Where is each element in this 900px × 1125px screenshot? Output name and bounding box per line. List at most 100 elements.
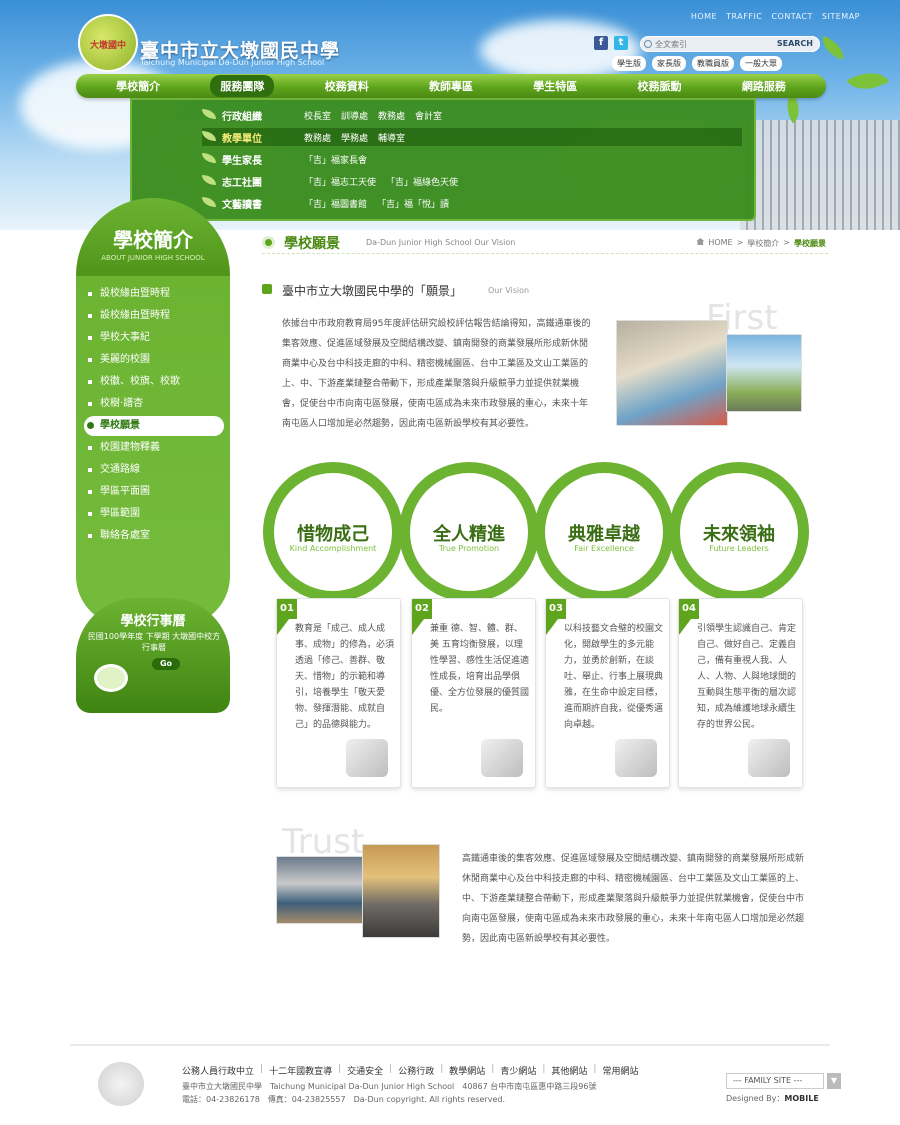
dropdown-row[interactable]: 志工社團 「吉」福志工天使 「吉」福綠色天使: [202, 172, 742, 190]
search-input[interactable]: [655, 38, 765, 51]
dropdown-subitems: 校長室 訓導處 教務處 會計室: [304, 109, 442, 122]
dropdown-row[interactable]: 學生家長 「吉」福家長會: [202, 150, 742, 168]
sidebar-item[interactable]: 學區範圍: [84, 504, 224, 524]
leaf-bullet-icon: [202, 131, 216, 141]
nav-item-school-info[interactable]: 校務資料: [315, 75, 379, 97]
family-site-label: --- FAMILY SITE ---: [733, 1076, 803, 1085]
dropdown-row[interactable]: 文藝讀書 「吉」福圖書館 「吉」福「悅」讀: [202, 194, 742, 212]
dropdown-subitem[interactable]: 會計室: [415, 109, 442, 122]
sidebar-item-vision[interactable]: 學校願景: [84, 416, 224, 436]
dropdown-subitem[interactable]: 教務處: [304, 131, 331, 144]
footer-link[interactable]: 青少網站: [500, 1064, 536, 1077]
leaf-bullet-icon: [202, 153, 216, 163]
calendar-go-button[interactable]: Go: [152, 658, 180, 670]
school-logo[interactable]: 大墩國中: [78, 14, 138, 72]
dropdown-subitem[interactable]: 「吉」福綠色天使: [386, 175, 458, 188]
school-building-image: [740, 120, 900, 230]
page-subtitle: Da-Dun Junior High School Our Vision: [366, 238, 516, 247]
dropdown-subitem[interactable]: 訓導處: [341, 109, 368, 122]
sidebar-item[interactable]: 校樹‧譜杏: [84, 394, 224, 414]
search-icon: [644, 40, 652, 48]
dropdown-subitem[interactable]: 教務處: [378, 109, 405, 122]
library-photo: [616, 320, 728, 426]
footer-logo[interactable]: [98, 1062, 144, 1106]
sidebar-item[interactable]: 校園建物釋義: [84, 438, 224, 458]
footer: 公務人員行政中立 | 十二年國教宣導 | 交通安全 | 公務行政 | 教學網站 | 青少網…: [70, 1044, 841, 1124]
nav-item-news[interactable]: 校務脈動: [628, 75, 692, 97]
top-link-contact[interactable]: CONTACT: [771, 12, 812, 21]
search-button[interactable]: SEARCH: [777, 39, 813, 48]
breadcrumb-about[interactable]: 學校簡介: [747, 238, 779, 249]
dropdown-subitem[interactable]: 「吉」福圖書館: [304, 197, 367, 210]
breadcrumb-current: 學校願景: [794, 239, 826, 248]
twitter-icon[interactable]: t: [614, 36, 628, 50]
circle-number: 01.: [301, 470, 365, 511]
footer-link[interactable]: 教學網站: [449, 1064, 485, 1077]
sidebar-item[interactable]: 美麗的校園: [84, 350, 224, 370]
designer-name[interactable]: MOBILE: [784, 1094, 818, 1103]
section-heading-text: 臺中市立大墩國民中學的「願景」: [282, 284, 463, 298]
sidebar-item[interactable]: 校徽、校旗、校歌: [84, 372, 224, 392]
sidebar-item[interactable]: 設校緣由暨時程: [84, 306, 224, 326]
dropdown-subitem[interactable]: 「吉」福「悅」讀: [377, 197, 449, 210]
circle-number: 04.: [707, 470, 771, 511]
breadcrumb: HOME > 學校簡介 > 學校願景: [696, 238, 826, 249]
link-separator: |: [491, 1064, 495, 1074]
top-link-home[interactable]: HOME: [691, 12, 717, 21]
dropdown-subitem[interactable]: 「吉」福家長會: [304, 153, 367, 166]
chevron-down-icon[interactable]: ▼: [827, 1073, 841, 1089]
nav-item-service-team[interactable]: 服務團隊: [210, 75, 275, 97]
dropdown-row[interactable]: 教學單位 教務處 學務處 輔導室: [202, 128, 742, 146]
top-link-traffic[interactable]: TRAFFIC: [726, 12, 762, 21]
footer-link[interactable]: 十二年國教宣導: [269, 1064, 332, 1077]
footer-link[interactable]: 其他網站: [551, 1064, 587, 1077]
section-heading-en: Our Vision: [488, 286, 530, 295]
sidebar-item[interactable]: 交通路線: [84, 460, 224, 480]
link-staff[interactable]: 教職員版: [692, 56, 734, 71]
vision-paragraph-1: 依據台中市政府教育局95年度評估研究設校評估報告結論得知，高鐵通車後的集客效應、…: [282, 319, 591, 429]
dropdown-category[interactable]: 學生家長: [222, 152, 262, 167]
vision-card-4: 04 引領學生認識自己、肯定自己、做好自己、定義自己，備有重視人我、人人、人物、…: [678, 598, 803, 788]
facebook-icon[interactable]: f: [594, 36, 608, 50]
footer-info: 臺中市立大墩國民中學 Taichung Municipal Da-Dun Jun…: [182, 1080, 702, 1106]
title-bullet-icon: [262, 236, 275, 249]
footer-link[interactable]: 常用網站: [602, 1064, 638, 1077]
top-link-sitemap[interactable]: SITEMAP: [822, 12, 860, 21]
sidebar-item[interactable]: 設校緣由暨時程: [84, 284, 224, 304]
dropdown-subitem[interactable]: 校長室: [304, 109, 331, 122]
dropdown-row[interactable]: 行政組織 校長室 訓導處 教務處 會計室: [202, 106, 742, 124]
link-student[interactable]: 學生版: [612, 56, 646, 71]
school-calendar-box[interactable]: 學校行事曆 民國100學年度 下學期 大墩國中校方行事曆 Go: [76, 598, 230, 713]
nav-item-students[interactable]: 學生特區: [523, 75, 587, 97]
card-number-tag: 01: [277, 599, 297, 619]
footer-link[interactable]: 交通安全: [347, 1064, 383, 1077]
designed-by: Designed By：MOBILE: [726, 1093, 819, 1104]
sidebar-item[interactable]: 聯絡各處室: [84, 526, 224, 546]
heading-bullet-icon: [262, 284, 272, 294]
nav-item-teachers[interactable]: 教師專區: [419, 75, 483, 97]
link-parent[interactable]: 家長版: [652, 56, 686, 71]
top-links: HOME TRAFFIC CONTACT SITEMAP: [685, 12, 860, 21]
tag-triangle: [546, 619, 558, 635]
family-site-select[interactable]: --- FAMILY SITE --- ▼: [726, 1073, 841, 1089]
footer-link[interactable]: 公務行政: [398, 1064, 434, 1077]
sidebar-item[interactable]: 學校大事紀: [84, 328, 224, 348]
dropdown-category[interactable]: 行政組織: [222, 108, 262, 123]
vision-title: 惜物成己: [297, 524, 369, 545]
vision-title: 未來領袖: [703, 524, 775, 545]
nav-item-about[interactable]: 學校簡介: [106, 75, 170, 97]
dropdown-category[interactable]: 志工社團: [222, 174, 262, 189]
card-body: 以科技藝文合璧的校園文化，開啟學生的多元能力，並勇於創新，在談吐、舉止、行事上展…: [564, 624, 664, 730]
sidebar-subtitle: ABOUT JUNIOR HIGH SCHOOL: [101, 254, 205, 262]
dropdown-subitem[interactable]: 學務處: [341, 131, 368, 144]
sidebar-header: 學校簡介 ABOUT JUNIOR HIGH SCHOOL: [76, 198, 230, 278]
nav-item-web-services[interactable]: 網路服務: [732, 75, 796, 97]
dropdown-subitem[interactable]: 輔導室: [378, 131, 405, 144]
link-public[interactable]: 一般大眾: [740, 56, 782, 71]
dropdown-category[interactable]: 教學單位: [222, 130, 262, 145]
dropdown-subitem[interactable]: 「吉」福志工天使: [304, 175, 376, 188]
sidebar-item[interactable]: 學區平面圖: [84, 482, 224, 502]
classroom-photo: [276, 856, 366, 924]
breadcrumb-home[interactable]: HOME: [708, 238, 732, 249]
footer-link[interactable]: 公務人員行政中立: [182, 1064, 254, 1077]
